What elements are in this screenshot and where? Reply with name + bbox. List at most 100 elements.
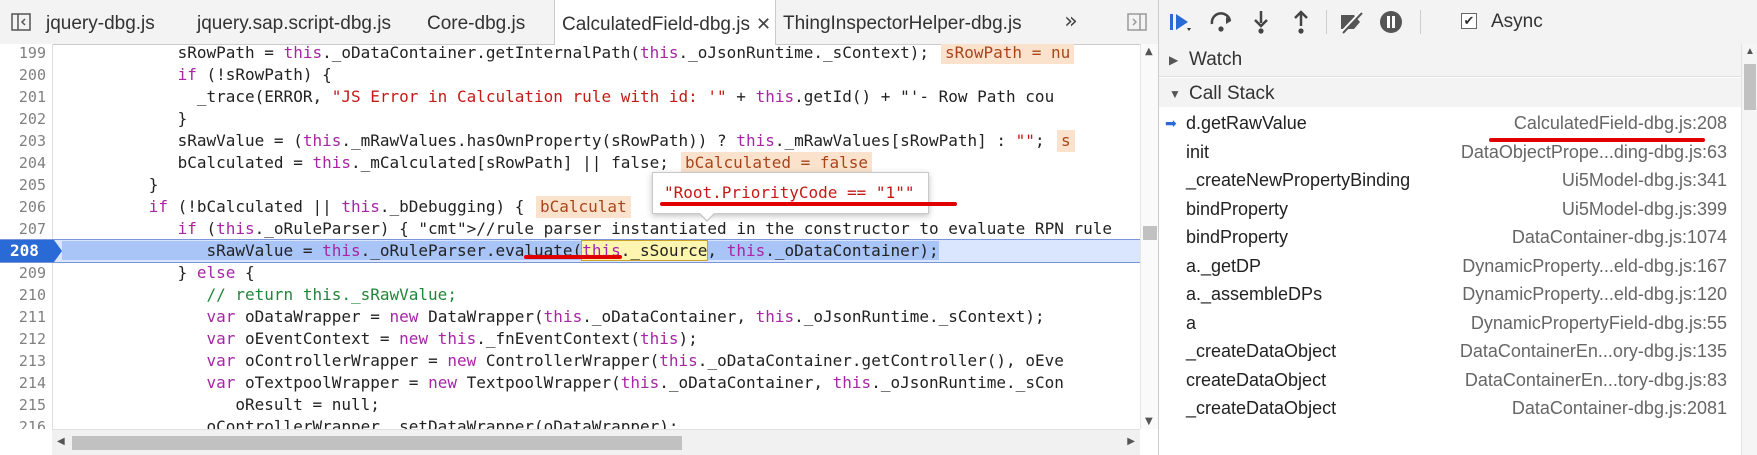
frame-function-name: d.getRawValue xyxy=(1186,113,1307,133)
editor-vertical-scrollbar[interactable]: ▲ ▼ xyxy=(1140,44,1158,429)
tab-jquery-sap-script-dbg[interactable]: jquery.sap.script-dbg.js xyxy=(197,0,391,44)
line-number[interactable]: 199 xyxy=(0,44,46,64)
code-line[interactable]: 212 var oEventContext = new this._fnEven… xyxy=(0,328,1140,350)
watch-section-header[interactable]: ▶ Watch xyxy=(1159,44,1741,77)
code-line[interactable]: 210 // return this._sRawValue; xyxy=(0,284,1140,306)
line-number[interactable]: 215 xyxy=(0,394,46,416)
sidebar-left-icon[interactable] xyxy=(10,11,32,33)
line-number[interactable]: 202 xyxy=(0,108,46,130)
code-text: bCalculated = this._mCalculated[sRowPath… xyxy=(62,153,669,172)
line-number[interactable]: 203 xyxy=(0,130,46,152)
code-line[interactable]: 215 oResult = null; xyxy=(0,394,1140,416)
frame-location-link[interactable]: DynamicPropertyField-dbg.js:55 xyxy=(1471,307,1727,339)
annotation-underline xyxy=(1489,138,1705,142)
call-frame[interactable]: _createNewPropertyBinding Ui5Model-dbg.js… xyxy=(1159,164,1741,196)
code-text: // return this._sRawValue; xyxy=(62,285,457,304)
call-frame[interactable]: createDataObject DataContainerEn...tory-d… xyxy=(1159,364,1741,396)
scroll-up-icon[interactable]: ▲ xyxy=(1745,46,1755,57)
tab-core-dbg[interactable]: Core-dbg.js xyxy=(427,0,525,44)
code-line[interactable]: 209 } else { xyxy=(0,262,1140,284)
line-number[interactable]: 200 xyxy=(0,64,46,86)
line-number[interactable]: 216 xyxy=(0,416,46,429)
code-line[interactable]: 211 var oDataWrapper = new DataWrapper(t… xyxy=(0,306,1140,328)
code-line[interactable]: 201 _trace(ERROR, "JS Error in Calculati… xyxy=(0,86,1140,108)
code-line[interactable]: 200 if (!sRowPath) { xyxy=(0,64,1140,86)
tab-calculatedfield-dbg[interactable]: CalculatedField-dbg.js ✕ xyxy=(554,0,776,45)
scroll-down-icon[interactable]: ▼ xyxy=(1145,416,1153,427)
inline-variable-value: bCalculat xyxy=(536,196,631,218)
frame-location-link[interactable]: Ui5Model-dbg.js:341 xyxy=(1562,164,1727,196)
code-text: } xyxy=(62,109,188,128)
line-number[interactable]: 213 xyxy=(0,350,46,372)
call-frame[interactable]: a._getDP DynamicProperty...eld-dbg.js:167 xyxy=(1159,250,1741,282)
close-icon[interactable]: ✕ xyxy=(756,14,771,34)
line-number[interactable]: 209 xyxy=(0,262,46,284)
line-number[interactable]: 214 xyxy=(0,372,46,394)
scroll-right-icon[interactable]: ▶ xyxy=(1127,436,1135,447)
call-frame[interactable]: _createDataObject DataContainerEn...ory-d… xyxy=(1159,335,1741,367)
editor-horizontal-scrollbar[interactable]: ◀ ▶ xyxy=(52,429,1140,455)
line-number[interactable]: 210 xyxy=(0,284,46,306)
execution-line-marker[interactable]: 208 xyxy=(0,240,62,262)
code-line[interactable]: 213 var oControllerWrapper = new Control… xyxy=(0,350,1140,372)
step-over-icon[interactable] xyxy=(1207,8,1235,36)
code-text: } xyxy=(62,175,159,194)
code-editor[interactable]: 199 sRowPath = this._oDataContainer.getI… xyxy=(0,44,1140,429)
frame-location-link[interactable]: DataContainer-dbg.js:2081 xyxy=(1512,392,1727,424)
step-into-icon[interactable] xyxy=(1247,8,1275,36)
line-number[interactable]: 212 xyxy=(0,328,46,350)
sidebar-scrollbar[interactable]: ▲ xyxy=(1741,44,1757,455)
call-frame[interactable]: a._assembleDPs DynamicProperty...eld-dbg.… xyxy=(1159,278,1741,310)
code-line[interactable]: 205 } xyxy=(0,174,1140,196)
scroll-up-icon[interactable]: ▲ xyxy=(1145,46,1153,57)
scrollbar-thumb[interactable] xyxy=(1744,64,1756,110)
sidebar-right-icon[interactable] xyxy=(1126,11,1148,33)
call-frame[interactable]: bindProperty Ui5Model-dbg.js:399 xyxy=(1159,193,1741,225)
frame-location-link[interactable]: Ui5Model-dbg.js:399 xyxy=(1562,193,1727,225)
deactivate-breakpoints-icon[interactable] xyxy=(1337,8,1365,36)
frame-location-link[interactable]: CalculatedField-dbg.js:208 xyxy=(1514,107,1727,139)
resume-icon[interactable] xyxy=(1167,8,1195,36)
line-number[interactable]: 206 xyxy=(0,196,46,218)
line-number[interactable]: 211 xyxy=(0,306,46,328)
code-line[interactable]: 202 } xyxy=(0,108,1140,130)
line-number[interactable]: 204 xyxy=(0,152,46,174)
double-chevron-right-icon[interactable]: » xyxy=(1060,11,1082,33)
source-pane: jquery-dbg.js jquery.sap.script-dbg.js C… xyxy=(0,0,1158,455)
frame-location-link[interactable]: DynamicProperty...eld-dbg.js:167 xyxy=(1462,250,1727,282)
frame-location-link[interactable]: DynamicProperty...eld-dbg.js:120 xyxy=(1462,278,1727,310)
line-number[interactable]: 205 xyxy=(0,174,46,196)
tab-jquery-dbg[interactable]: jquery-dbg.js xyxy=(46,0,155,44)
code-line[interactable]: 216 oControllerWrapper._setDataWrapper(o… xyxy=(0,416,1140,429)
call-frame[interactable]: ➡ d.getRawValue CalculatedField-dbg.js:208 xyxy=(1159,107,1741,139)
call-frame[interactable]: a DynamicPropertyField-dbg.js:55 xyxy=(1159,307,1741,339)
code-line[interactable]: 199 sRowPath = this._oDataContainer.getI… xyxy=(0,44,1140,64)
call-frame[interactable]: _createDataObject DataContainer-dbg.js:20… xyxy=(1159,392,1741,424)
frame-location-link[interactable]: DataContainerEn...tory-dbg.js:83 xyxy=(1465,364,1727,396)
async-checkbox[interactable]: ✔ xyxy=(1461,13,1477,29)
pause-on-exceptions-icon[interactable] xyxy=(1377,8,1405,36)
code-line[interactable]: 206 if (!bCalculated || this._bDebugging… xyxy=(0,196,1140,218)
step-out-icon[interactable] xyxy=(1287,8,1315,36)
line-number[interactable]: 201 xyxy=(0,86,46,108)
code-text: oControllerWrapper._setDataWrapper(oData… xyxy=(62,417,679,429)
annotation-underline xyxy=(524,255,622,259)
scrollbar-thumb[interactable] xyxy=(1143,226,1157,240)
tab-thinginspectorhelper-dbg[interactable]: ThingInspectorHelper-dbg.js xyxy=(783,0,1022,44)
code-text: var oControllerWrapper = new ControllerW… xyxy=(206,351,1064,370)
code-line[interactable]: 204 bCalculated = this._mCalculated[sRow… xyxy=(0,152,1140,174)
code-line[interactable]: 207 if (this._oRuleParser) { "cmt">//rul… xyxy=(0,218,1140,240)
frame-function-name: _createNewPropertyBinding xyxy=(1186,170,1411,190)
triangle-right-icon: ▶ xyxy=(1169,53,1179,67)
code-line[interactable]: 214 var oTextpoolWrapper = new TextpoolW… xyxy=(0,372,1140,394)
frame-location-link[interactable]: DataContainerEn...ory-dbg.js:135 xyxy=(1460,335,1727,367)
frame-location-link[interactable]: DataContainer-dbg.js:1074 xyxy=(1512,221,1727,253)
inline-variable-value: sRowPath = nu xyxy=(941,44,1075,64)
scroll-left-icon[interactable]: ◀ xyxy=(57,436,65,447)
call-frame[interactable]: bindProperty DataContainer-dbg.js:1074 xyxy=(1159,221,1741,253)
scrollbar-thumb[interactable] xyxy=(72,436,682,450)
code-line[interactable]: 203 sRawValue = (this._mRawValues.hasOwn… xyxy=(0,130,1140,152)
line-number[interactable]: 207 xyxy=(0,218,46,240)
triangle-down-icon: ▼ xyxy=(1169,87,1181,101)
frame-function-name: bindProperty xyxy=(1186,198,1289,219)
